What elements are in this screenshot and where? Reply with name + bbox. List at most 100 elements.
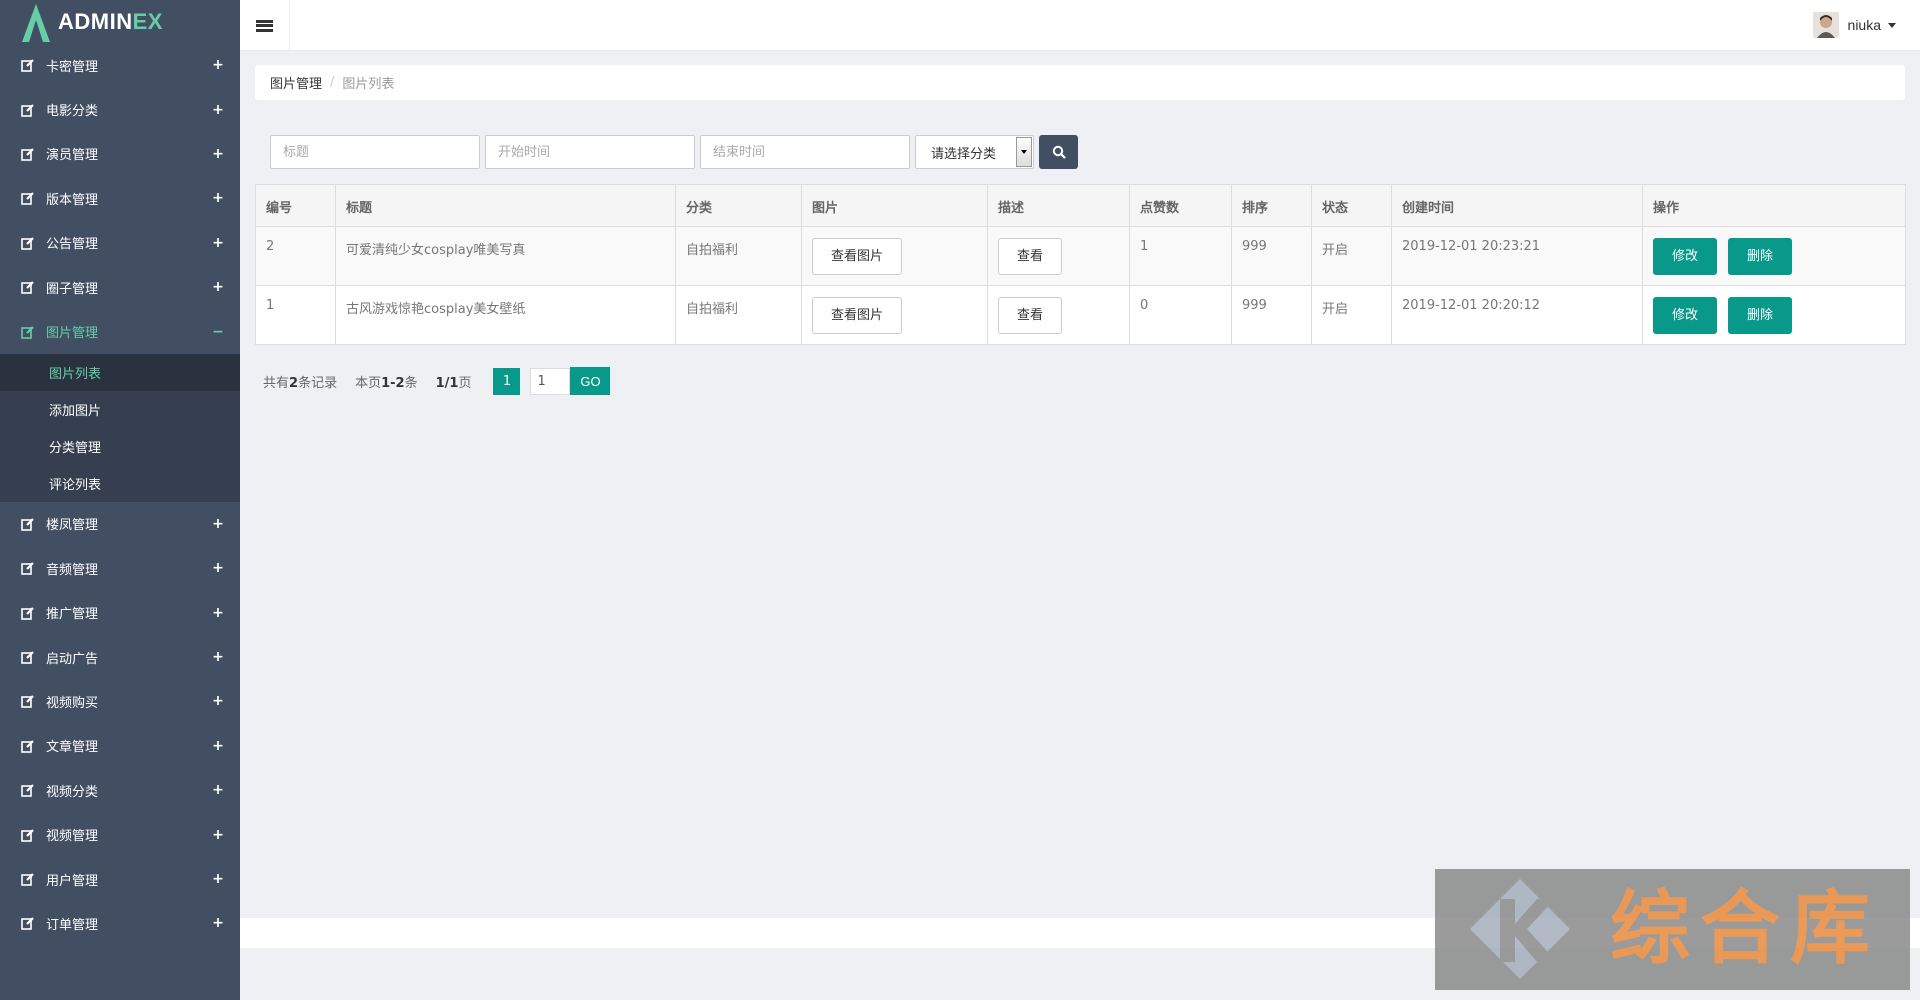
sidebar-item[interactable]: 楼凤管理 +: [0, 502, 240, 546]
sidebar-item-label: 音频管理: [46, 562, 99, 578]
image-table: 编号 标题 分类 图片 描述 点赞数 排序 状态 创建时间 操作 2 可爱清纯少…: [255, 184, 1906, 345]
edit-icon: [20, 190, 36, 206]
watermark-logo-icon: [1470, 879, 1570, 979]
cell-category: 自拍福利: [675, 285, 802, 345]
cell-id: 2: [255, 226, 336, 286]
cell-category: 自拍福利: [675, 226, 802, 286]
sidebar-item[interactable]: 演员管理 +: [0, 132, 240, 176]
plus-icon: +: [212, 604, 224, 621]
edit-icon: [20, 146, 36, 162]
total-count: 2: [289, 375, 299, 391]
page-jump-input[interactable]: [530, 367, 571, 395]
view-description-button[interactable]: 查看: [998, 238, 1063, 275]
delete-button[interactable]: 删除: [1728, 297, 1792, 334]
page-range: 本页1-2条: [355, 372, 418, 391]
username: niuka: [1847, 17, 1881, 33]
sidebar-item-label: 推广管理: [46, 607, 99, 623]
edit-icon: [20, 235, 36, 251]
column-header: 点赞数: [1129, 184, 1232, 227]
edit-icon: [20, 693, 36, 709]
sidebar-item[interactable]: 推广管理 +: [0, 591, 240, 635]
column-header: 状态: [1311, 184, 1392, 227]
table-header-row: 编号 标题 分类 图片 描述 点赞数 排序 状态 创建时间 操作: [255, 184, 1906, 227]
plus-icon: +: [212, 871, 224, 888]
table-row: 1 古风游戏惊艳cosplay美女壁纸 自拍福利 查看图片 查看 0 999 开…: [255, 285, 1906, 345]
total-prefix: 共有: [263, 375, 290, 391]
search-button[interactable]: [1039, 135, 1078, 169]
delete-button[interactable]: 删除: [1728, 238, 1792, 275]
sidebar-item[interactable]: 圈子管理 +: [0, 265, 240, 309]
breadcrumb-current: 图片列表: [342, 77, 395, 92]
cell-status: 开启: [1311, 226, 1392, 286]
edit-button[interactable]: 修改: [1653, 238, 1717, 275]
sidebar-item-label: 用户管理: [46, 873, 99, 889]
menu-toggle-button[interactable]: [240, 0, 290, 51]
plus-icon: +: [212, 915, 224, 932]
sidebar-item[interactable]: 版本管理 +: [0, 176, 240, 220]
column-header: 标题: [335, 184, 676, 227]
column-header: 分类: [675, 184, 802, 227]
edit-icon: [20, 324, 36, 340]
title-input[interactable]: [270, 135, 480, 169]
logo[interactable]: ADMINEX: [0, 0, 240, 43]
edit-icon: [20, 827, 36, 843]
view-image-button[interactable]: 查看图片: [812, 297, 903, 334]
sidebar-item-label: 文章管理: [46, 740, 99, 756]
column-header: 编号: [255, 184, 336, 227]
plus-icon: +: [212, 145, 224, 162]
pages-suffix: 页: [458, 375, 472, 391]
filter-bar: 请选择分类: [270, 135, 1078, 169]
category-select[interactable]: 请选择分类: [915, 135, 1034, 169]
plus-icon: +: [212, 515, 224, 532]
subnav-item[interactable]: 添加图片: [0, 391, 240, 428]
subnav-item-active[interactable]: 图片列表: [0, 353, 240, 391]
edit-icon: [20, 605, 36, 621]
go-button[interactable]: GO: [570, 367, 611, 395]
edit-icon: [20, 57, 36, 73]
edit-button[interactable]: 修改: [1653, 297, 1717, 334]
plus-icon: +: [212, 57, 224, 74]
sidebar-item[interactable]: 用户管理 +: [0, 857, 240, 901]
view-image-button[interactable]: 查看图片: [812, 238, 903, 275]
sidebar-item-label: 订单管理: [46, 917, 99, 933]
sidebar-item[interactable]: 订单管理 +: [0, 901, 240, 945]
sidebar-item[interactable]: 卡密管理 +: [0, 43, 240, 87]
user-menu[interactable]: niuka: [1812, 12, 1896, 38]
page-number-current[interactable]: 1: [493, 367, 521, 395]
breadcrumb-parent[interactable]: 图片管理: [270, 73, 322, 92]
pagination: 共有2条记录 本页1-2条 1/1页 1 GO: [263, 367, 611, 395]
subnav-item[interactable]: 评论列表: [0, 465, 240, 502]
pages-value: 1/1: [435, 375, 459, 391]
total-records: 共有2条记录: [263, 372, 337, 391]
sidebar-item[interactable]: 音频管理 +: [0, 546, 240, 590]
sidebar-nav-bottom: 楼凤管理 + 音频管理 + 推广管理 + 启动广告 + 视频购买 + 文章管理 + 视频分类…: [0, 502, 240, 946]
sidebar-item-label: 图片管理: [46, 326, 99, 342]
sidebar-item[interactable]: 公告管理 +: [0, 221, 240, 265]
sidebar-item-active[interactable]: 图片管理 −: [0, 309, 240, 353]
sidebar-item-label: 圈子管理: [46, 281, 99, 297]
sidebar-item[interactable]: 视频分类 +: [0, 768, 240, 812]
sidebar-item[interactable]: 启动广告 +: [0, 635, 240, 679]
edit-icon: [20, 915, 36, 931]
subnav-item[interactable]: 分类管理: [0, 428, 240, 465]
sidebar-item-label: 公告管理: [46, 237, 99, 253]
sidebar-item[interactable]: 视频管理 +: [0, 812, 240, 856]
start-time-input[interactable]: [485, 135, 695, 169]
view-description-button[interactable]: 查看: [998, 297, 1063, 334]
logo-icon: [20, 2, 50, 42]
plus-icon: +: [212, 101, 224, 118]
sidebar-nav: 卡密管理 + 电影分类 + 演员管理 + 版本管理 + 公告管理 + 圈子管理 + 图片管理…: [0, 43, 240, 354]
caret-down-icon: [1888, 22, 1896, 28]
cell-title: 可爱清纯少女cosplay唯美写真: [335, 226, 676, 286]
sidebar-item[interactable]: 视频购买 +: [0, 679, 240, 723]
sidebar-item[interactable]: 电影分类 +: [0, 87, 240, 131]
page-count: 1/1页: [436, 372, 472, 391]
end-time-input[interactable]: [700, 135, 910, 169]
sidebar-item[interactable]: 文章管理 +: [0, 724, 240, 768]
sidebar: ADMINEX 卡密管理 + 电影分类 + 演员管理 + 版本管理 + 公告管理 + 圈子…: [0, 0, 240, 1000]
avatar: [1812, 12, 1839, 38]
column-header: 创建时间: [1391, 184, 1643, 227]
watermark-text: 综合库: [1610, 882, 1880, 975]
plus-icon: +: [212, 737, 224, 754]
sidebar-item-label: 卡密管理: [46, 59, 99, 75]
